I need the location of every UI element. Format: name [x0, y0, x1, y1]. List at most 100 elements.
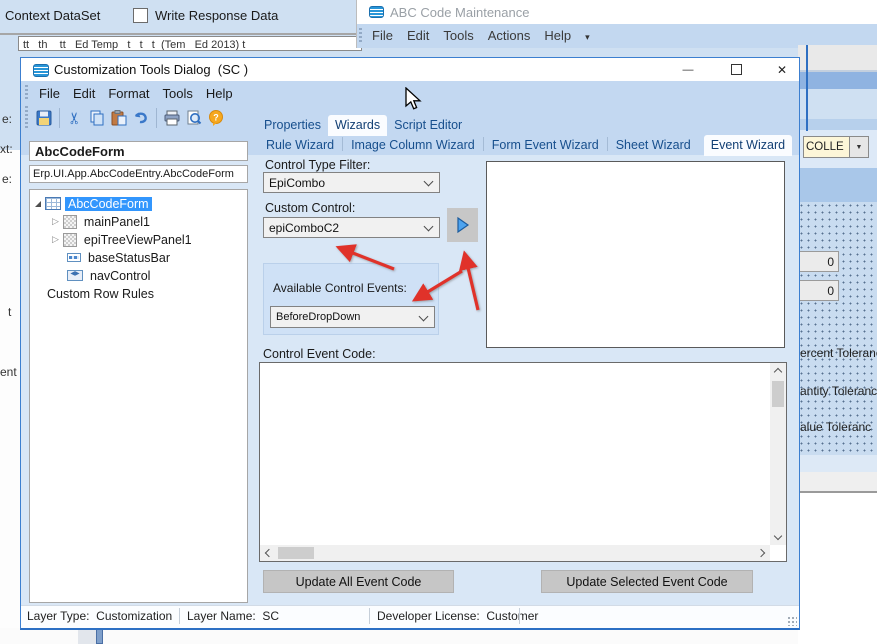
tree-item-custom-row-rules[interactable]: Custom Row Rules [44, 285, 157, 302]
panel-icon [62, 214, 77, 229]
scrollbar-track-piece[interactable] [78, 628, 96, 644]
clipped-label: xt: [0, 142, 13, 156]
left-white-panel [0, 150, 20, 628]
menu-file[interactable]: File [39, 86, 60, 101]
vertical-scrollbar[interactable] [770, 363, 786, 545]
paste-icon[interactable] [108, 107, 130, 129]
add-event-button[interactable] [447, 208, 478, 242]
tab-image-column-wizard[interactable]: Image Column Wizard [344, 135, 482, 156]
form-class-value: Erp.UI.App.AbcCodeEntry.AbcCodeForm [33, 168, 234, 180]
menu-tools[interactable]: Tools [163, 86, 193, 101]
abc-clipped-label: ercent Toleranc [800, 346, 877, 360]
scrollbar-thumb[interactable] [96, 628, 103, 644]
abc-numeric-field[interactable]: 0 [798, 280, 839, 301]
wizard-tabs: Rule Wizard Image Column Wizard Form Eve… [259, 135, 793, 156]
tab-event-wizard[interactable]: Event Wizard [703, 135, 793, 156]
statusbar-separator [519, 608, 520, 624]
clipped-path-text: tt th tt Ed Temp t t t (Tem Ed 2013) t [23, 39, 246, 51]
tree-item-epitreeviewpanel1[interactable]: ▷ epiTreeViewPanel1 [52, 231, 195, 248]
abc-combo-field[interactable]: COLLE [803, 136, 849, 158]
update-all-event-code-button[interactable]: Update All Event Code [263, 570, 454, 593]
write-response-label: Write Response Data [155, 8, 279, 23]
tab-properties[interactable]: Properties [257, 115, 328, 136]
abc-menu-help[interactable]: Help [544, 28, 571, 43]
abc-band-light [798, 89, 877, 119]
available-events-combo[interactable]: BeforeDropDown [270, 306, 435, 328]
expander-closed-icon[interactable]: ▷ [52, 234, 59, 245]
menu-help[interactable]: Help [206, 86, 233, 101]
tree-item-navcontrol[interactable]: ◀▶ navControl [67, 267, 153, 284]
scroll-left-icon[interactable] [264, 548, 274, 558]
abc-clipped-label: alue Toleranc [800, 420, 872, 434]
svg-text:?: ? [213, 113, 219, 123]
tree-item-mainpanel1[interactable]: ▷ mainPanel1 [52, 213, 153, 230]
abc-menu-edit[interactable]: Edit [407, 28, 429, 43]
preview-icon[interactable] [183, 107, 205, 129]
context-dataset-label: Context DataSet [5, 8, 101, 23]
control-type-filter-label: Control Type Filter: [265, 158, 371, 172]
abc-menu-actions[interactable]: Actions [488, 28, 531, 43]
abc-combo-dropdown-button[interactable]: ▼ [849, 136, 869, 158]
close-button[interactable]: ✕ [763, 58, 801, 81]
scroll-up-icon[interactable] [773, 367, 783, 377]
maximize-button[interactable] [717, 58, 755, 81]
tab-script-editor[interactable]: Script Editor [387, 115, 469, 136]
expander-closed-icon[interactable]: ▷ [52, 216, 59, 227]
minimize-button[interactable]: — [669, 58, 707, 81]
abc-menu-file[interactable]: File [372, 28, 393, 43]
dialog-statusbar: Layer Type: Customization Layer Name: SC… [21, 605, 799, 628]
abc-band-bottom1 [798, 455, 877, 472]
tab-sheet-wizard[interactable]: Sheet Wizard [609, 135, 698, 156]
chevron-down-icon [423, 176, 434, 187]
tab-rule-wizard[interactable]: Rule Wizard [259, 135, 341, 156]
control-type-filter-value: EpiCombo [269, 175, 326, 190]
abc-menubar-items: File Edit Tools Actions Help ▾ [372, 28, 590, 43]
tab-form-event-wizard[interactable]: Form Event Wizard [485, 135, 606, 156]
bottom-strip [0, 628, 798, 644]
scroll-down-icon[interactable] [773, 531, 783, 541]
expander-open-icon[interactable] [35, 200, 41, 207]
horizontal-scrollbar[interactable] [260, 545, 770, 561]
cut-icon[interactable]: ✂ [64, 107, 86, 129]
maximize-icon [730, 64, 742, 75]
help-icon[interactable]: ? [205, 107, 227, 129]
save-icon[interactable] [33, 107, 55, 129]
scroll-right-icon[interactable] [756, 548, 766, 558]
write-response-checkbox[interactable] [133, 8, 148, 23]
available-events-label: Available Control Events: [273, 281, 407, 295]
abc-toolbar-fragment [798, 45, 877, 72]
event-listbox[interactable] [486, 161, 785, 348]
custom-control-label: Custom Control: [265, 201, 356, 215]
resize-grip-icon[interactable] [787, 616, 797, 626]
print-icon[interactable] [161, 107, 183, 129]
form-class-field[interactable]: Erp.UI.App.AbcCodeEntry.AbcCodeForm [29, 165, 248, 183]
tab-wizards[interactable]: Wizards [327, 115, 388, 136]
chevron-down-icon [423, 221, 434, 232]
custom-control-combo[interactable]: epiComboC2 [263, 217, 440, 238]
panel-icon [62, 232, 77, 247]
clipped-label: ent [0, 365, 17, 379]
abc-numeric-field[interactable]: 0 [798, 251, 839, 272]
dialog-menubar: File Edit Format Tools Help [39, 86, 233, 101]
update-selected-event-code-button[interactable]: Update Selected Event Code [541, 570, 753, 593]
toolbar-grip [25, 106, 28, 128]
form-name-field[interactable]: AbcCodeForm [29, 141, 248, 161]
menu-edit[interactable]: Edit [73, 86, 95, 101]
menu-overflow-icon[interactable]: ▾ [585, 32, 590, 43]
code-editor[interactable] [259, 362, 787, 562]
copy-icon[interactable] [86, 107, 108, 129]
tree-item-abccodeform[interactable]: AbcCodeForm [35, 195, 152, 212]
horizontal-scroll-thumb[interactable] [278, 547, 314, 559]
chevron-down-icon [418, 311, 429, 322]
vertical-scroll-thumb[interactable] [772, 381, 784, 407]
undo-icon[interactable] [130, 107, 152, 129]
abc-menu-tools[interactable]: Tools [443, 28, 473, 43]
abc-combo-value: COLLE [806, 141, 844, 153]
tree-item-basestatusbar[interactable]: baseStatusBar [67, 249, 173, 266]
control-tree[interactable]: AbcCodeForm ▷ mainPanel1 ▷ epiTreeViewPa… [29, 189, 248, 603]
abc-band-mid2 [798, 168, 877, 202]
control-type-filter-combo[interactable]: EpiCombo [263, 172, 440, 193]
custom-control-value: epiComboC2 [269, 220, 340, 235]
main-tabs: Properties Wizards Script Editor [257, 114, 469, 136]
menu-format[interactable]: Format [108, 86, 149, 101]
